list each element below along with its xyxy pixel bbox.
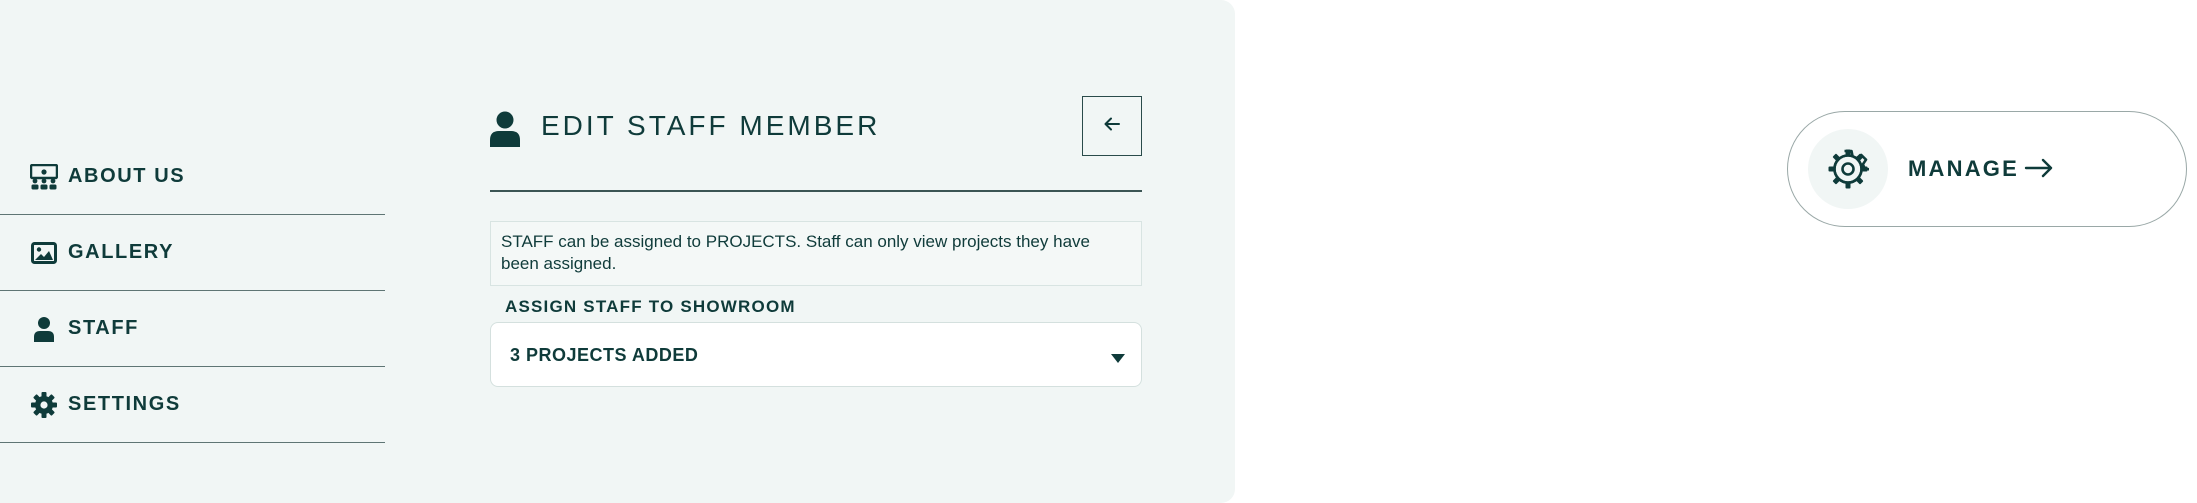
user-icon: [30, 315, 58, 343]
assign-projects-select[interactable]: 3 PROJECTS ADDED: [490, 322, 1142, 387]
arrow-left-icon: [1103, 116, 1121, 137]
gear-icon: [30, 391, 58, 419]
manage-label: MANAGE: [1908, 156, 2019, 181]
arrow-right-icon: [2024, 156, 2054, 180]
manage-button[interactable]: MANAGE: [1787, 111, 2187, 227]
sidebar-item-staff[interactable]: STAFF: [0, 291, 385, 367]
team-icon: [30, 163, 58, 191]
image-icon: [30, 239, 58, 267]
gear-icon: [1808, 129, 1888, 209]
sidebar-item-gallery[interactable]: GALLERY: [0, 215, 385, 291]
sidebar-item-label: STAFF: [68, 317, 139, 339]
user-icon: [490, 111, 520, 147]
assign-label: ASSIGN STAFF TO SHOWROOM: [505, 297, 796, 316]
sidebar-item-about-us[interactable]: ABOUT US: [0, 139, 385, 215]
select-value: 3 PROJECTS ADDED: [510, 345, 699, 365]
header-divider: [490, 190, 1142, 192]
main-panel: ABOUT US GALLERY STAFF SETTINGS EDIT STA…: [0, 0, 1235, 503]
page-title: EDIT STAFF MEMBER: [541, 110, 881, 141]
back-button[interactable]: [1082, 96, 1142, 156]
sidebar-nav: ABOUT US GALLERY STAFF SETTINGS: [0, 139, 385, 443]
sidebar-item-label: GALLERY: [68, 241, 175, 263]
info-message: STAFF can be assigned to PROJECTS. Staff…: [490, 221, 1142, 286]
sidebar-item-settings[interactable]: SETTINGS: [0, 367, 385, 443]
sidebar-item-label: SETTINGS: [68, 393, 181, 415]
sidebar-item-label: ABOUT US: [68, 165, 186, 187]
caret-down-icon: [1111, 350, 1125, 363]
